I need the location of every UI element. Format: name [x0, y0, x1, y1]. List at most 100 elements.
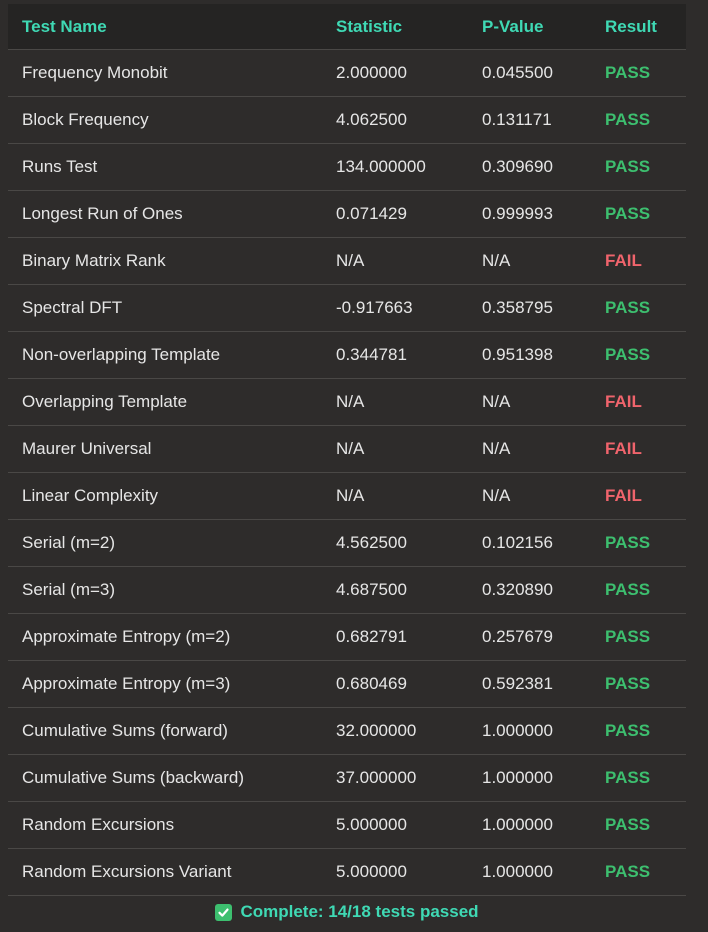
cell-result: PASS: [591, 49, 686, 97]
column-header-p-value[interactable]: P-Value: [468, 4, 591, 50]
cell-p-value: 1.000000: [468, 801, 591, 849]
cell-p-value: 0.358795: [468, 284, 591, 332]
table-header-row: Test Name Statistic P-Value Result: [8, 4, 686, 50]
table-row[interactable]: Linear Complexity N/A N/A FAIL: [8, 472, 686, 520]
table-row[interactable]: Cumulative Sums (forward) 32.000000 1.0000…: [8, 707, 686, 755]
cell-test-name: Maurer Universal: [8, 425, 322, 473]
cell-p-value: 0.320890: [468, 566, 591, 614]
cell-test-name: Serial (m=2): [8, 519, 322, 567]
cell-result: PASS: [591, 707, 686, 755]
table-row[interactable]: Binary Matrix Rank N/A N/A FAIL: [8, 237, 686, 285]
cell-statistic: 0.682791: [322, 613, 468, 661]
column-header-result[interactable]: Result: [591, 4, 686, 50]
table-row[interactable]: Approximate Entropy (m=3) 0.680469 0.59238…: [8, 660, 686, 708]
cell-p-value: 0.045500: [468, 49, 591, 97]
cell-test-name: Linear Complexity: [8, 472, 322, 520]
results-table: Test Name Statistic P-Value Result Frequ…: [8, 4, 686, 896]
cell-test-name: Frequency Monobit: [8, 49, 322, 97]
cell-p-value: 0.131171: [468, 96, 591, 144]
cell-test-name: Cumulative Sums (backward): [8, 754, 322, 802]
cell-test-name: Spectral DFT: [8, 284, 322, 332]
results-table-body: Frequency Monobit 2.000000 0.045500 PASS Blo…: [8, 49, 686, 896]
cell-p-value: 1.000000: [468, 848, 591, 896]
cell-test-name: Block Frequency: [8, 96, 322, 144]
cell-p-value: N/A: [468, 472, 591, 520]
cell-p-value: N/A: [468, 425, 591, 473]
cell-result: FAIL: [591, 472, 686, 520]
cell-test-name: Longest Run of Ones: [8, 190, 322, 238]
cell-p-value: 0.309690: [468, 143, 591, 191]
cell-result: PASS: [591, 190, 686, 238]
cell-statistic: N/A: [322, 237, 468, 285]
cell-p-value: N/A: [468, 237, 591, 285]
cell-test-name: Cumulative Sums (forward): [8, 707, 322, 755]
cell-result: PASS: [591, 660, 686, 708]
table-row[interactable]: Frequency Monobit 2.000000 0.045500 PASS: [8, 49, 686, 97]
table-row[interactable]: Longest Run of Ones 0.071429 0.999993 PASS: [8, 190, 686, 238]
cell-statistic: 2.000000: [322, 49, 468, 97]
table-row[interactable]: Random Excursions Variant 5.000000 1.00000…: [8, 848, 686, 896]
table-row[interactable]: Approximate Entropy (m=2) 0.682791 0.25767…: [8, 613, 686, 661]
cell-test-name: Approximate Entropy (m=2): [8, 613, 322, 661]
column-header-statistic[interactable]: Statistic: [322, 4, 468, 50]
table-row[interactable]: Overlapping Template N/A N/A FAIL: [8, 378, 686, 426]
cell-statistic: 5.000000: [322, 848, 468, 896]
check-box-icon: [215, 903, 233, 921]
cell-statistic: N/A: [322, 472, 468, 520]
cell-statistic: 0.344781: [322, 331, 468, 379]
cell-test-name: Random Excursions: [8, 801, 322, 849]
cell-statistic: -0.917663: [322, 284, 468, 332]
cell-p-value: 0.592381: [468, 660, 591, 708]
cell-statistic: 4.687500: [322, 566, 468, 614]
cell-p-value: 0.102156: [468, 519, 591, 567]
cell-statistic: 0.680469: [322, 660, 468, 708]
cell-statistic: 5.000000: [322, 801, 468, 849]
table-row[interactable]: Serial (m=2) 4.562500 0.102156 PASS: [8, 519, 686, 567]
table-row[interactable]: Runs Test 134.000000 0.309690 PASS: [8, 143, 686, 191]
results-table-container: Test Name Statistic P-Value Result Frequ…: [8, 4, 686, 896]
cell-statistic: 37.000000: [322, 754, 468, 802]
cell-test-name: Non-overlapping Template: [8, 331, 322, 379]
table-row[interactable]: Spectral DFT -0.917663 0.358795 PASS: [8, 284, 686, 332]
cell-statistic: N/A: [322, 378, 468, 426]
status-text: Complete: 14/18 tests passed: [240, 902, 479, 921]
cell-result: PASS: [591, 566, 686, 614]
cell-statistic: 134.000000: [322, 143, 468, 191]
cell-result: PASS: [591, 613, 686, 661]
cell-result: FAIL: [591, 237, 686, 285]
table-row[interactable]: Serial (m=3) 4.687500 0.320890 PASS: [8, 566, 686, 614]
table-row[interactable]: Block Frequency 4.062500 0.131171 PASS: [8, 96, 686, 144]
table-row[interactable]: Random Excursions 5.000000 1.000000 PASS: [8, 801, 686, 849]
table-row[interactable]: Maurer Universal N/A N/A FAIL: [8, 425, 686, 473]
cell-p-value: 0.951398: [468, 331, 591, 379]
cell-p-value: 0.999993: [468, 190, 591, 238]
cell-result: PASS: [591, 96, 686, 144]
cell-statistic: 4.062500: [322, 96, 468, 144]
cell-test-name: Runs Test: [8, 143, 322, 191]
cell-statistic: 0.071429: [322, 190, 468, 238]
cell-test-name: Serial (m=3): [8, 566, 322, 614]
cell-result: PASS: [591, 754, 686, 802]
table-row[interactable]: Non-overlapping Template 0.344781 0.951398…: [8, 331, 686, 379]
cell-test-name: Overlapping Template: [8, 378, 322, 426]
status-footer: Complete: 14/18 tests passed: [0, 896, 694, 928]
cell-statistic: 32.000000: [322, 707, 468, 755]
cell-result: PASS: [591, 801, 686, 849]
cell-statistic: 4.562500: [322, 519, 468, 567]
cell-result: PASS: [591, 284, 686, 332]
cell-p-value: 1.000000: [468, 707, 591, 755]
cell-statistic: N/A: [322, 425, 468, 473]
cell-p-value: N/A: [468, 378, 591, 426]
cell-result: PASS: [591, 519, 686, 567]
cell-result: FAIL: [591, 378, 686, 426]
table-row[interactable]: Cumulative Sums (backward) 37.000000 1.000…: [8, 754, 686, 802]
cell-result: PASS: [591, 848, 686, 896]
column-header-test-name[interactable]: Test Name: [8, 4, 322, 50]
cell-test-name: Binary Matrix Rank: [8, 237, 322, 285]
cell-test-name: Approximate Entropy (m=3): [8, 660, 322, 708]
cell-test-name: Random Excursions Variant: [8, 848, 322, 896]
cell-p-value: 1.000000: [468, 754, 591, 802]
cell-result: PASS: [591, 331, 686, 379]
cell-p-value: 0.257679: [468, 613, 591, 661]
cell-result: FAIL: [591, 425, 686, 473]
